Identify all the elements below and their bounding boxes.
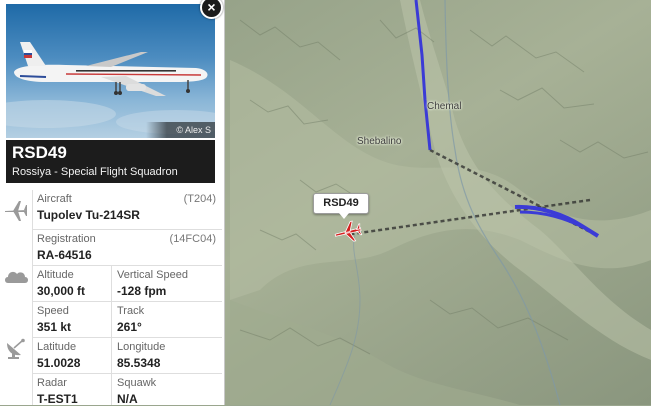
flight-title-box: RSD49 Rossiya - Special Flight Squadron [6,140,215,183]
vertical-speed-value: -128 fpm [117,284,167,298]
squawk-value: N/A [117,392,138,406]
callsign-bubble[interactable]: RSD49 [313,193,369,219]
radar-value: T-EST1 [37,392,78,406]
longitude-value: 85.5348 [117,356,161,370]
radar-label: Radar [37,377,67,389]
airplane-icon [3,200,29,222]
speed-value: 351 kt [37,320,72,334]
track-field: Track 261° [111,301,222,337]
aircraft-photo[interactable]: © Alex S [6,4,215,138]
photo-credit[interactable]: © Alex S [146,122,215,138]
latitude-label: Latitude [37,341,77,353]
registration-code: (14FC04) [169,233,216,245]
squawk-field: Squawk N/A [111,373,222,406]
place-label-shebalino: Shebalino [357,136,402,147]
registration-field: Registration (14FC04) RA-64516 [32,229,222,265]
aircraft-type-code: (T204) [183,193,216,205]
track-label: Track [117,305,145,317]
longitude-label: Longitude [117,341,166,353]
flight-info-panel: © Alex S × RSD49 Rossiya - Special Fligh… [0,0,225,406]
speed-label: Speed [37,305,69,317]
speed-field: Speed 351 kt [32,301,111,337]
squawk-label: Squawk [117,377,157,389]
altitude-value: 30,000 ft [37,284,86,298]
vertical-speed-field: Vertical Speed -128 fpm [111,265,222,301]
registration-value: RA-64516 [37,248,92,262]
latitude-field: Latitude 51.0028 [32,337,111,373]
altitude-label: Altitude [37,269,74,281]
latitude-value: 51.0028 [37,356,81,370]
flight-callsign: RSD49 [12,143,67,162]
aircraft-value: Tupolev Tu-214SR [37,208,140,222]
close-button[interactable]: × [200,0,223,19]
airplane-marker-icon[interactable] [333,220,363,244]
aircraft-label: Aircraft [37,193,72,205]
altitude-field: Altitude 30,000 ft [32,265,111,301]
track-value: 261° [117,320,142,334]
airline-name: Rossiya - Special Flight Squadron [12,166,178,178]
cloud-icon [3,266,29,288]
place-label-chemal: Chemal [427,101,462,112]
registration-label: Registration [37,233,96,245]
longitude-field: Longitude 85.5348 [111,337,222,373]
aircraft-photo-image [6,42,215,134]
vertical-speed-label: Vertical Speed [117,269,188,281]
radar-dish-icon [3,338,29,360]
radar-field: Radar T-EST1 [32,373,111,406]
aircraft-field: Aircraft (T204) Tupolev Tu-214SR [32,190,222,229]
